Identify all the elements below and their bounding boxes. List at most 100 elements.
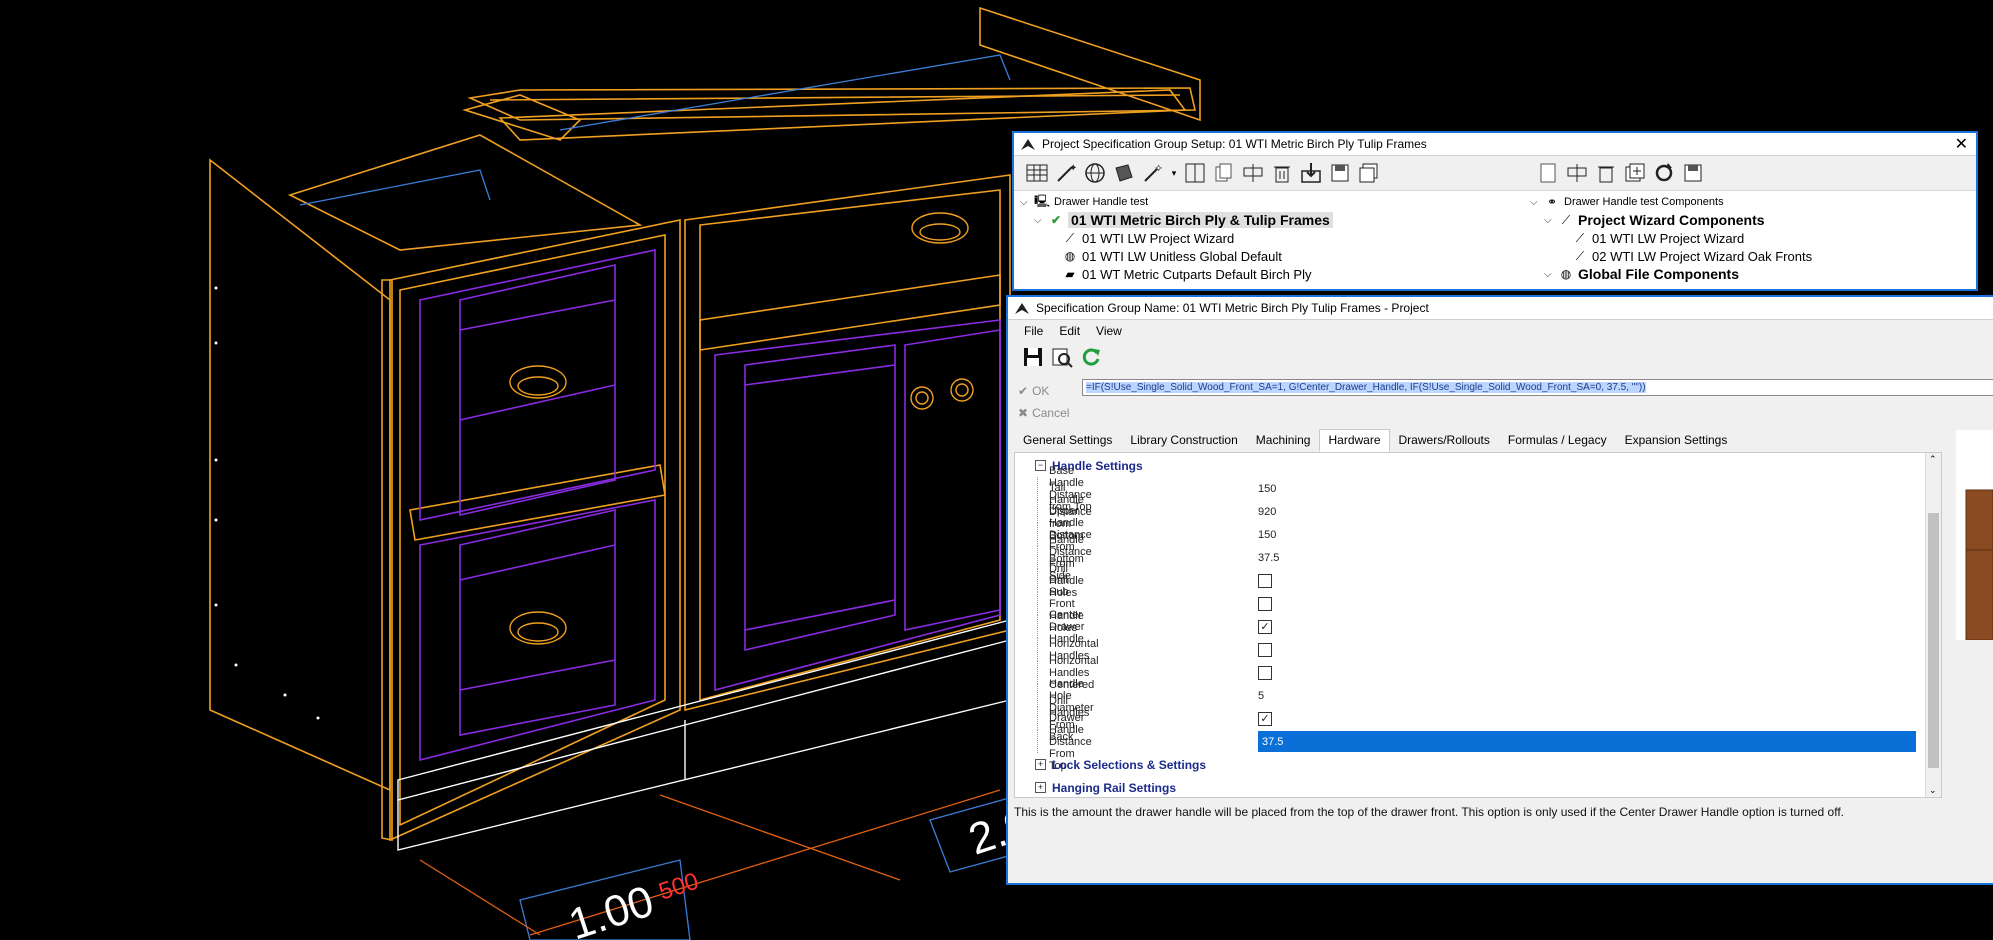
drill-sub-front-checkbox[interactable] (1258, 596, 1272, 611)
tree-child-item[interactable]: ⟋ 01 WTI LW Project Wizard (1530, 229, 1970, 247)
delete-icon[interactable] (1593, 160, 1619, 186)
table-insert-icon[interactable] (1240, 160, 1266, 186)
tree-child-item[interactable]: ⟋ 01 WTI LW Project Wizard (1020, 229, 1470, 247)
drill-handle-holes-checkbox[interactable] (1258, 573, 1272, 588)
property-value[interactable]: 920 (1258, 506, 1276, 518)
tree-root-item[interactable]: ⌵ ⚭ Drawer Handle test Components (1530, 193, 1970, 211)
tree-group-item[interactable]: ⌵ ◍ Global File Components (1530, 265, 1970, 283)
center-drawer-handle-checkbox[interactable]: ✓ (1258, 619, 1272, 634)
components-tree: ⌵ ⚭ Drawer Handle test Components ⌵ ⟋ Projec… (1530, 193, 1970, 283)
property-value[interactable]: 37.5 (1262, 736, 1283, 748)
spec-group-tree: ⌵ 🖳 Drawer Handle test ⌵ ✔ 01 WTI Metric Bir… (1020, 193, 1470, 283)
tab-machining[interactable]: Machining (1247, 429, 1320, 452)
tree-child-item[interactable]: ◍ 01 WTI LW Unitless Global Default (1020, 247, 1470, 265)
horizontal-centered-checkbox[interactable] (1258, 665, 1272, 680)
grid-icon[interactable] (1024, 160, 1050, 186)
app-logo-icon (1018, 134, 1038, 154)
trash-icon[interactable] (1269, 160, 1295, 186)
magic-wand-icon[interactable]: ✧ (1140, 160, 1166, 186)
checkmark-icon: ✔ (1018, 384, 1029, 398)
group-lock-selections[interactable]: + Lock Selections & Settings (1035, 753, 1206, 776)
close-icon: ✖ (1018, 406, 1029, 420)
tab-expansion-settings[interactable]: Expansion Settings (1616, 429, 1737, 452)
cutparts-icon: ▰ (1065, 267, 1075, 281)
dimension-label-red: 500 (656, 868, 702, 906)
svg-text:✧: ✧ (1154, 163, 1163, 175)
scroll-down-icon[interactable]: ⌄ (1929, 785, 1937, 796)
sync-icon[interactable] (1651, 160, 1677, 186)
tab-general-settings[interactable]: General Settings (1014, 429, 1121, 452)
tree-group-item[interactable]: ⌵ ⟋ Project Wizard Components (1530, 211, 1970, 229)
tree-child-item[interactable]: ⟋ 02 WTI LW Project Wizard Oak Fronts (1530, 247, 1970, 265)
tab-hardware[interactable]: Hardware (1319, 429, 1390, 452)
wand-icon: ⟋ (1065, 230, 1075, 245)
save-all-icon[interactable] (1356, 160, 1382, 186)
checkmark-icon: ✔ (1050, 213, 1062, 227)
project-window-titlebar[interactable]: Project Specification Group Setup: 01 WT… (1014, 133, 1976, 156)
property-description: This is the amount the drawer handle wil… (1014, 805, 1845, 819)
split-insert-icon[interactable] (1564, 160, 1590, 186)
project-window-title: Project Specification Group Setup: 01 WT… (1042, 137, 1427, 151)
selected-row-highlight (1258, 731, 1916, 752)
property-value[interactable]: 37.5 (1258, 552, 1279, 564)
globe-icon: ◍ (1064, 249, 1076, 263)
save-icon[interactable] (1020, 344, 1046, 370)
wand-icon: ⟋ (1575, 230, 1585, 245)
spec-window-toolbar (1008, 342, 1993, 372)
wand-icon: ⟋ (1561, 212, 1571, 227)
dropdown-arrow-icon[interactable]: ▾ (1169, 160, 1179, 186)
property-value[interactable]: 150 (1258, 483, 1276, 495)
spec-window-title: Specification Group Name: 01 WTI Metric … (1036, 301, 1429, 315)
close-icon[interactable]: ✕ (1955, 134, 1968, 154)
save-component-icon[interactable] (1680, 160, 1706, 186)
save-icon[interactable] (1327, 160, 1353, 186)
components-icon: ⚭ (1546, 195, 1558, 209)
wizard-wand-icon[interactable]: ✦ (1053, 160, 1079, 186)
computer-icon: 🖳 (1034, 193, 1051, 208)
globe-icon[interactable] (1082, 160, 1108, 186)
new-file-icon[interactable] (1535, 160, 1561, 186)
refresh-icon[interactable] (1078, 344, 1104, 370)
ok-cancel-group: ✔ OK ✖ Cancel (1018, 380, 1069, 424)
hardware-property-grid: − Handle Settings Base Handle Distance fr… (1014, 452, 1942, 798)
app-logo-icon (1012, 298, 1032, 318)
wand-icon: ⟋ (1575, 248, 1585, 263)
property-grid-scrollbar[interactable]: ⌃ ⌄ (1925, 453, 1941, 797)
property-value[interactable]: 5 (1258, 690, 1264, 702)
tab-drawers-rollouts[interactable]: Drawers/Rollouts (1390, 429, 1499, 452)
scrollbar-thumb[interactable] (1928, 513, 1939, 768)
property-value[interactable]: 150 (1258, 529, 1276, 541)
tree-spec-group-item[interactable]: ⌵ ✔ 01 WTI Metric Birch Ply & Tulip Frames (1020, 211, 1470, 229)
tree-root-item[interactable]: ⌵ 🖳 Drawer Handle test (1020, 193, 1470, 211)
collapse-icon[interactable]: − (1035, 460, 1046, 471)
menu-edit[interactable]: Edit (1059, 324, 1080, 338)
tab-formulas-legacy[interactable]: Formulas / Legacy (1499, 429, 1616, 452)
spec-group-editor-window: Specification Group Name: 01 WTI Metric … (1006, 295, 1993, 885)
spec-window-titlebar[interactable]: Specification Group Name: 01 WTI Metric … (1008, 297, 1993, 320)
menu-file[interactable]: File (1024, 324, 1043, 338)
drill-from-back-checkbox[interactable]: ✓ (1258, 711, 1272, 726)
horizontal-handles-checkbox[interactable] (1258, 642, 1272, 657)
expand-icon[interactable]: + (1035, 782, 1046, 793)
project-spec-group-window: Project Specification Group Setup: 01 WT… (1012, 131, 1978, 291)
copy-icon[interactable] (1211, 160, 1237, 186)
globe-icon: ◍ (1560, 267, 1572, 281)
ok-button[interactable]: ✔ OK (1018, 380, 1069, 402)
formula-text: =IF(S!Use_Single_Solid_Wood_Front_SA=1, … (1086, 382, 1646, 393)
split-panel-icon[interactable] (1182, 160, 1208, 186)
cancel-button[interactable]: ✖ Cancel (1018, 402, 1069, 424)
tab-library-construction[interactable]: Library Construction (1121, 429, 1246, 452)
project-window-toolbar: ✦ ✧ ▾ (1014, 156, 1976, 191)
scroll-up-icon[interactable]: ⌃ (1929, 454, 1937, 465)
hardware-preview-image (1956, 430, 1993, 641)
add-icon[interactable] (1622, 160, 1648, 186)
menu-view[interactable]: View (1096, 324, 1122, 338)
group-hanging-rail[interactable]: + Hanging Rail Settings (1035, 776, 1176, 797)
menu-bar: File Edit View (1008, 320, 1993, 342)
tree-child-item[interactable]: ▰ 01 WT Metric Cutparts Default Birch Ply (1020, 265, 1470, 283)
print-preview-icon[interactable] (1049, 344, 1075, 370)
formula-input[interactable]: =IF(S!Use_Single_Solid_Wood_Front_SA=1, … (1082, 379, 1993, 396)
import-icon[interactable] (1298, 160, 1324, 186)
cutparts-icon[interactable] (1111, 160, 1137, 186)
expand-icon[interactable]: + (1035, 759, 1046, 770)
